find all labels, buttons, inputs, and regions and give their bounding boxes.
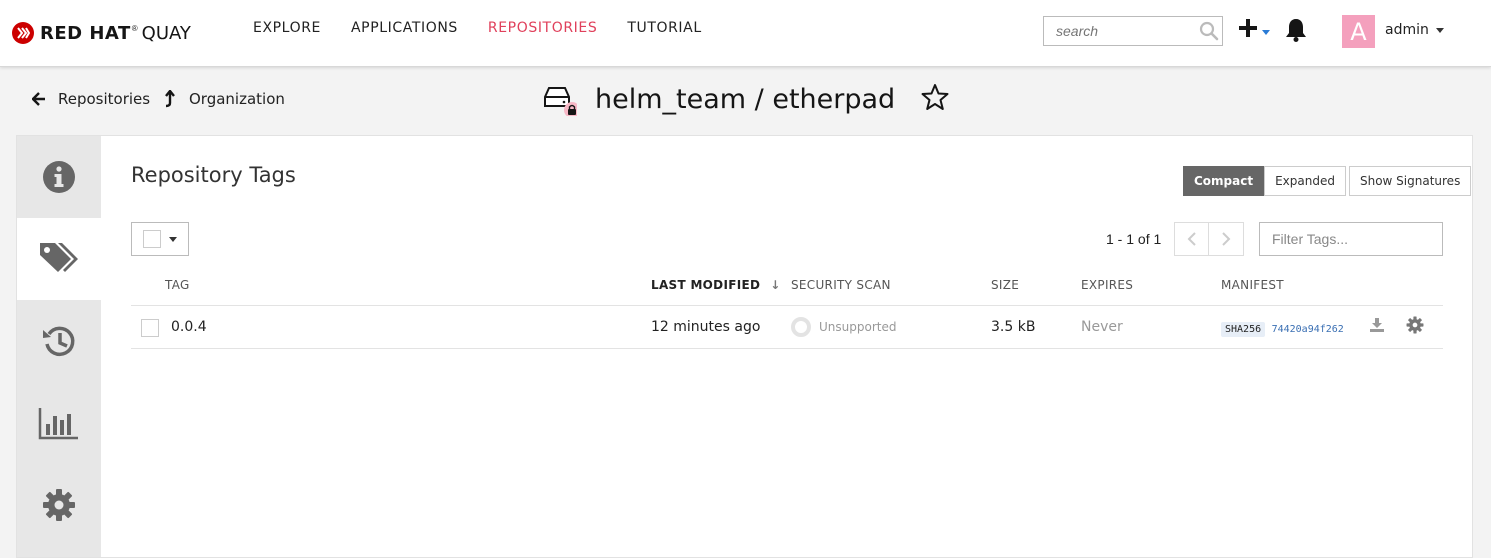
tags-icon [40, 243, 78, 272]
expires-value[interactable]: Never [1081, 319, 1123, 335]
download-icon[interactable] [1369, 317, 1385, 337]
top-navbar: RED HAT ® QUAY EXPLORE APPLICATIONS REPO… [0, 0, 1491, 67]
tab-usage-logs[interactable] [17, 382, 101, 464]
usage-logs-icon [38, 408, 78, 440]
pagination-controls [1174, 222, 1244, 256]
settings-icon [43, 489, 75, 521]
repo-panel: Repository Tags Compact Expanded Show Si… [16, 135, 1473, 558]
view-mode-toggle: Compact Expanded Show Signatures [1183, 166, 1472, 196]
col-security-scan-header[interactable]: SECURITY SCAN [791, 278, 891, 292]
history-icon [43, 326, 75, 357]
tab-information[interactable] [17, 136, 101, 218]
brand-registered-mark: ® [131, 23, 138, 33]
compact-view-button[interactable]: Compact [1183, 166, 1265, 196]
username-label: admin [1385, 22, 1429, 38]
nav-repositories[interactable]: REPOSITORIES [488, 20, 597, 36]
search-input[interactable] [1044, 17, 1192, 45]
tags-table: TAG LAST MODIFIED ↓ SECURITY SCAN SIZE EX… [131, 266, 1443, 349]
col-last-modified-header[interactable]: LAST MODIFIED ↓ [651, 278, 781, 292]
breadcrumb-label: Repositories [58, 90, 151, 108]
arrow-up-icon [165, 90, 175, 108]
filter-tags-input[interactable] [1259, 222, 1443, 256]
arrow-left-icon [32, 92, 45, 106]
pagination-summary: 1 - 1 of 1 [1106, 231, 1162, 247]
security-scan-status: Unsupported [791, 317, 896, 337]
chevron-down-icon [169, 236, 177, 242]
private-repo-icon [543, 82, 580, 118]
nav-explore[interactable]: EXPLORE [253, 20, 321, 36]
side-tabs [17, 136, 101, 557]
repo-header: helm_team / etherpad [543, 82, 949, 118]
next-page-button[interactable] [1209, 222, 1244, 256]
col-manifest-header[interactable]: MANIFEST [1221, 278, 1284, 292]
section-title: Repository Tags [131, 163, 296, 187]
chevron-down-icon [1262, 22, 1270, 40]
security-scan-label: Unsupported [819, 320, 897, 334]
star-icon[interactable] [921, 83, 949, 116]
table-row: 0.0.4 12 minutes ago Unsupported 3.5 kB … [131, 306, 1443, 349]
search-box [1043, 16, 1223, 46]
manifest-digest[interactable]: SHA256 74420a94f262 [1221, 320, 1344, 337]
prev-page-button[interactable] [1174, 222, 1209, 256]
tab-settings[interactable] [17, 464, 101, 546]
avatar[interactable]: A [1342, 15, 1375, 48]
notifications-bell-icon[interactable] [1284, 17, 1308, 48]
tab-history[interactable] [17, 300, 101, 382]
plus-icon [1238, 18, 1258, 43]
breadcrumb-label: Organization [189, 90, 285, 108]
tags-content: Repository Tags Compact Expanded Show Si… [101, 136, 1472, 557]
col-size-header[interactable]: SIZE [991, 278, 1019, 292]
page-title: helm_team / etherpad [595, 83, 896, 115]
manifest-hash: 74420a94f262 [1271, 324, 1344, 335]
size-value: 3.5 kB [991, 319, 1036, 335]
chevron-left-icon [1187, 232, 1196, 246]
col-expires-header[interactable]: EXPIRES [1081, 278, 1133, 292]
col-last-modified-label: LAST MODIFIED [651, 278, 761, 292]
chevron-down-icon [1435, 27, 1444, 33]
search-icon[interactable] [1199, 21, 1219, 46]
show-signatures-button[interactable]: Show Signatures [1348, 166, 1472, 196]
chevron-right-icon [1222, 232, 1231, 246]
col-tag-header[interactable]: TAG [165, 278, 190, 292]
nav-tutorial[interactable]: TUTORIAL [627, 20, 701, 36]
user-menu[interactable]: admin [1385, 22, 1444, 38]
tab-tags[interactable] [17, 218, 101, 300]
brand-light-text: QUAY [141, 22, 191, 44]
info-icon [43, 161, 75, 193]
main-nav: EXPLORE APPLICATIONS REPOSITORIES TUTORI… [253, 20, 732, 36]
bulk-select-dropdown[interactable] [131, 222, 189, 256]
nav-applications[interactable]: APPLICATIONS [351, 20, 458, 36]
brand-bold-text: RED HAT [40, 22, 131, 44]
sort-down-icon: ↓ [770, 278, 781, 292]
tag-name[interactable]: 0.0.4 [171, 319, 207, 335]
breadcrumb-repositories[interactable]: Repositories [32, 90, 150, 108]
breadcrumb-organization[interactable]: Organization [163, 90, 285, 108]
redhat-quay-logo-icon [12, 22, 34, 44]
table-header: TAG LAST MODIFIED ↓ SECURITY SCAN SIZE EX… [131, 266, 1443, 306]
last-modified-value: 12 minutes ago [651, 319, 761, 335]
create-new-button[interactable] [1238, 18, 1270, 43]
scan-status-ring-icon [791, 317, 811, 337]
brand-logo[interactable]: RED HAT ® QUAY [12, 19, 191, 47]
row-checkbox[interactable] [141, 319, 159, 337]
expanded-view-button[interactable]: Expanded [1264, 166, 1346, 196]
gear-icon[interactable] [1406, 316, 1424, 338]
manifest-algo-badge: SHA256 [1221, 322, 1266, 337]
select-all-checkbox[interactable] [143, 230, 161, 248]
